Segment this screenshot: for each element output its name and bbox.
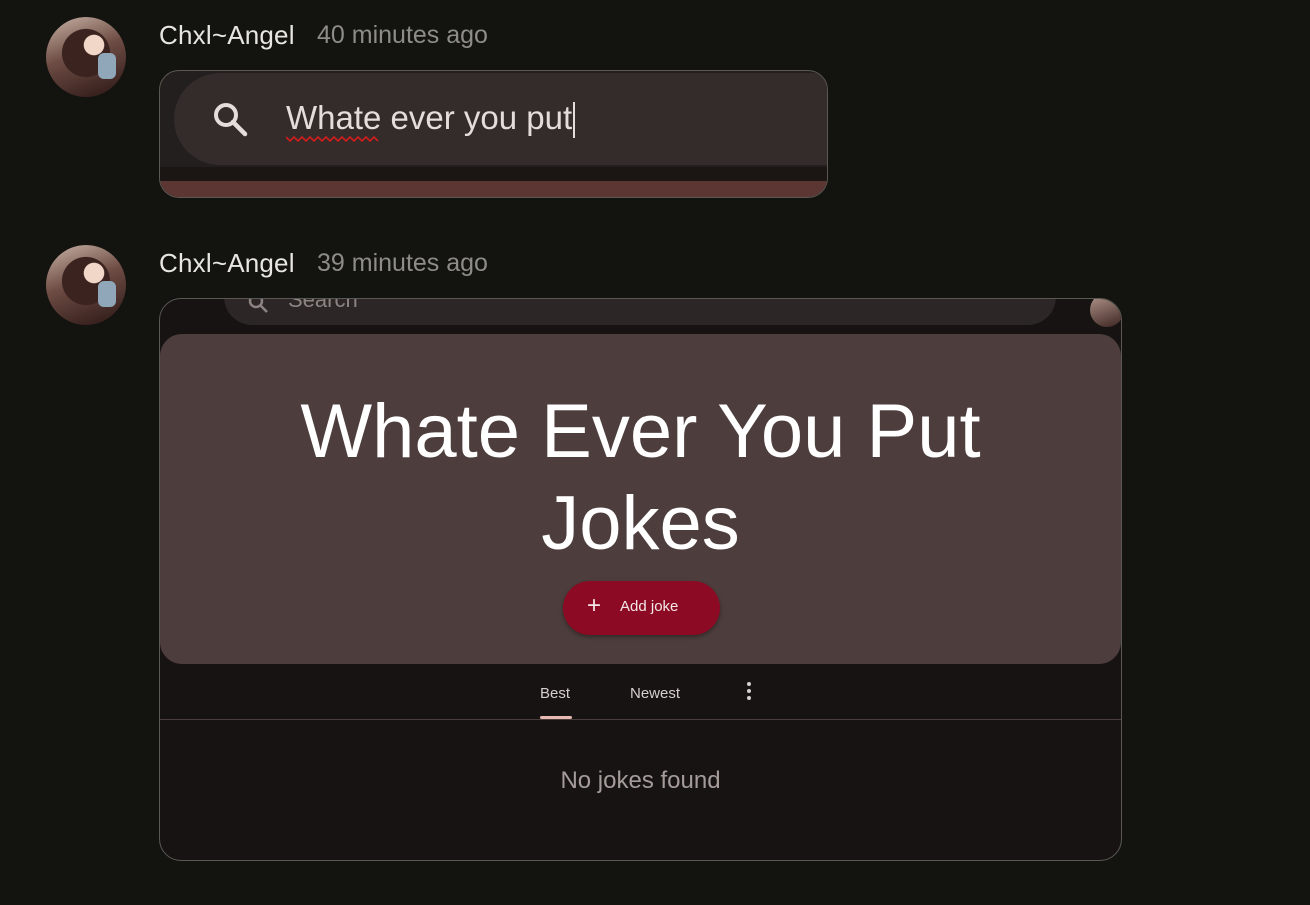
tab-best: Best	[540, 685, 571, 702]
divider	[160, 719, 1121, 720]
hero-title: Whate Ever You Put Jokes	[300, 389, 981, 566]
image-attachment[interactable]: Search Whate Ever You Put Jokes + Add jo…	[159, 298, 1122, 861]
empty-state-text: No jokes found	[560, 767, 721, 794]
author-name[interactable]: Chxl~Angel	[159, 248, 295, 279]
user-avatar[interactable]	[46, 245, 126, 325]
more-vert-icon	[745, 682, 753, 704]
profile-avatar	[1090, 299, 1121, 327]
plus-icon: +	[587, 592, 602, 619]
search-bar: Search	[224, 298, 1056, 325]
add-joke-button: + Add joke	[563, 581, 720, 635]
sort-tabs: Best Newest	[160, 677, 1121, 719]
search-icon	[248, 299, 268, 313]
search-placeholder: Search	[288, 298, 358, 312]
message-timestamp: 39 minutes ago	[317, 249, 488, 277]
hero-banner: Whate Ever You Put Jokes + Add joke	[160, 334, 1121, 664]
chat-message: Chxl~Angel 39 minutes ago Search Whate E…	[0, 0, 1310, 905]
tab-newest: Newest	[630, 685, 681, 702]
